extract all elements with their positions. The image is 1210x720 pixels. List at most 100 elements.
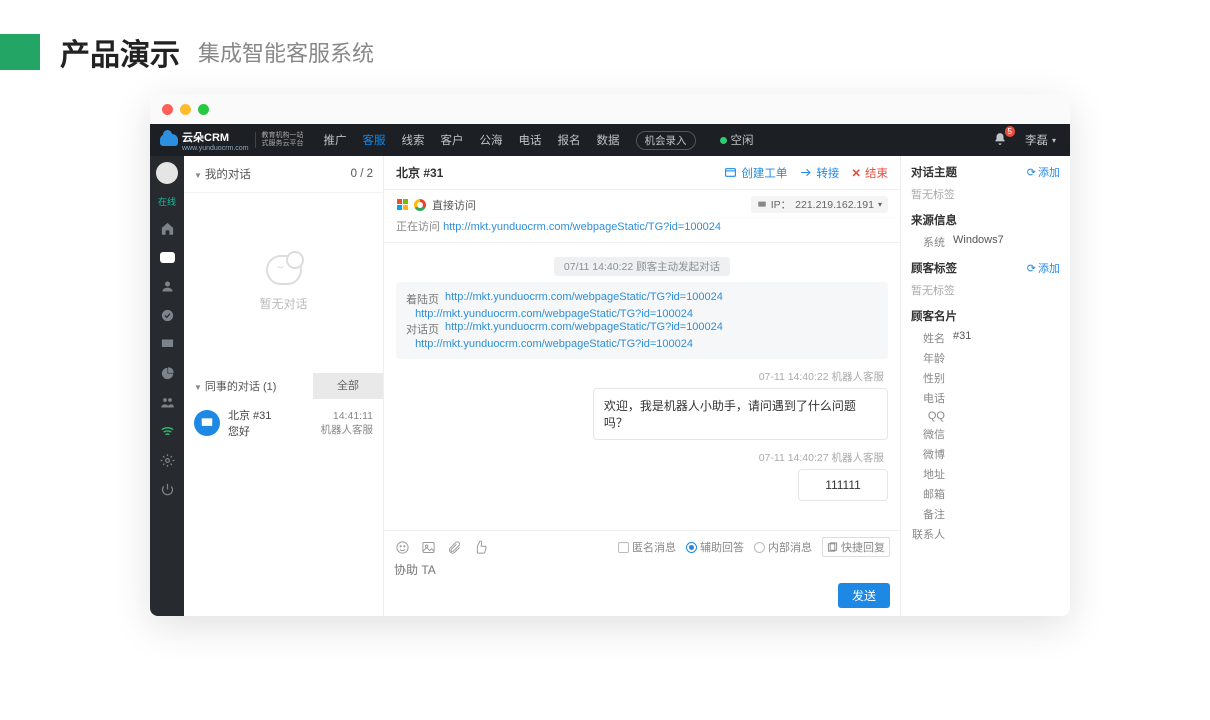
thumbs-up-icon[interactable] <box>472 539 488 555</box>
topic-empty: 暂无标签 <box>911 186 1060 202</box>
send-button[interactable]: 发送 <box>838 583 890 608</box>
system-value: Windows7 <box>953 234 1004 250</box>
my-conversations-count: 0 / 2 <box>351 168 373 180</box>
my-conversations-label: 我的对话 <box>205 169 251 181</box>
landing-label: 着陆页 <box>406 291 439 307</box>
tags-empty: 暂无标签 <box>911 282 1060 298</box>
quick-reply-button[interactable]: 快捷回复 <box>822 537 890 557</box>
person-icon[interactable] <box>158 277 176 295</box>
add-tag-button[interactable]: ⟳添加 <box>1027 260 1060 276</box>
brand-logo[interactable]: 云朵CRM www.yunduocrm.com 教育机构一站式服务云平台 <box>150 124 314 156</box>
assist-reply-radio[interactable]: 辅助回答 <box>686 539 744 555</box>
slide-header: 产品演示 集成智能客服系统 <box>0 0 1210 94</box>
message-input[interactable] <box>394 563 890 577</box>
page-links-card: 着陆页http://mkt.yunduocrm.com/webpageStati… <box>396 282 888 359</box>
group-icon[interactable] <box>158 393 176 411</box>
browser-source-icon <box>194 410 220 436</box>
end-button[interactable]: ✕ 结束 <box>845 165 894 181</box>
visiting-url-link[interactable]: http://mkt.yunduocrm.com/webpageStatic/T… <box>443 221 721 233</box>
page-link[interactable]: http://mkt.yunduocrm.com/webpageStatic/T… <box>445 291 723 307</box>
visiting-url-row: 正在访问 http://mkt.yunduocrm.com/webpageSta… <box>384 218 900 243</box>
refresh-icon: ⟳ <box>1027 262 1036 275</box>
user-menu[interactable]: 李磊 ▾ <box>1025 132 1070 148</box>
app-window: 云朵CRM www.yunduocrm.com 教育机构一站式服务云平台 推广 … <box>150 94 1070 616</box>
topic-heading: 对话主题 <box>911 164 957 180</box>
conversation-agent: 机器人客服 <box>321 422 374 437</box>
tags-heading: 顾客标签 <box>911 260 957 276</box>
anon-message-checkbox[interactable]: 匿名消息 <box>618 539 676 555</box>
my-conversations-header[interactable]: ▼我的对话 0 / 2 <box>184 156 383 193</box>
gear-icon[interactable] <box>158 451 176 469</box>
agent-status[interactable]: 空闲 <box>720 132 754 148</box>
details-panel: 对话主题 ⟳添加 暂无标签 来源信息 系统Windows7 顾客标签 ⟳添加 暂… <box>900 156 1070 616</box>
system-event-pill: 07/11 14:40:22 顾客主动发起对话 <box>554 257 730 276</box>
slide-subtitle: 集成智能客服系统 <box>198 36 374 68</box>
filter-all-button[interactable]: 全部 <box>313 373 383 399</box>
brand-name: 云朵CRM <box>182 129 249 145</box>
nav-promo[interactable]: 推广 <box>324 132 347 148</box>
empty-state: 暂无对话 <box>184 193 383 373</box>
nav-data[interactable]: 数据 <box>597 132 620 148</box>
bot-message-bubble: 111111 <box>798 469 888 501</box>
attachment-icon[interactable] <box>446 539 462 555</box>
conversation-item[interactable]: 北京 #31 您好 14:41:11 机器人客服 <box>184 399 383 447</box>
create-ticket-button[interactable]: 创建工单 <box>718 165 793 181</box>
rail-status: 在线 <box>158 195 176 208</box>
cloud-icon <box>160 134 178 146</box>
close-icon: ✕ <box>851 166 861 180</box>
home-icon[interactable] <box>158 219 176 237</box>
ticket-icon <box>724 166 737 179</box>
conversation-time: 14:41:11 <box>321 410 374 422</box>
nav-signup[interactable]: 报名 <box>558 132 581 148</box>
maximize-icon[interactable] <box>198 104 209 115</box>
windows-icon <box>396 199 408 211</box>
message-meta: 07-11 14:40:22 机器人客服 <box>400 369 884 384</box>
bot-message-bubble: 欢迎，我是机器人小助手，请问遇到了什么问题吗？ <box>593 388 888 440</box>
notifications-button[interactable]: 5 <box>993 132 1007 149</box>
avatar[interactable] <box>156 162 178 184</box>
nav-phone[interactable]: 电话 <box>519 132 542 148</box>
transfer-button[interactable]: 转接 <box>793 165 845 181</box>
top-nav: 云朵CRM www.yunduocrm.com 教育机构一站式服务云平台 推广 … <box>150 124 1070 156</box>
chat-title: 北京 #31 <box>396 164 443 181</box>
nav-leads[interactable]: 线索 <box>402 132 425 148</box>
record-opportunity-button[interactable]: 机会录入 <box>636 131 696 150</box>
brand-url: www.yunduocrm.com <box>182 145 249 152</box>
agent-status-label: 空闲 <box>731 132 754 148</box>
pie-chart-icon[interactable] <box>158 364 176 382</box>
nav-service[interactable]: 客服 <box>363 132 386 148</box>
check-circle-icon[interactable] <box>158 306 176 324</box>
chrome-icon <box>414 199 426 211</box>
image-icon[interactable] <box>420 539 436 555</box>
empty-chat-icon <box>266 255 302 285</box>
minimize-icon[interactable] <box>180 104 191 115</box>
power-icon[interactable] <box>158 480 176 498</box>
chevron-down-icon: ▾ <box>878 200 882 209</box>
conversation-title: 北京 #31 <box>228 407 313 423</box>
close-icon[interactable] <box>162 104 173 115</box>
nav-pool[interactable]: 公海 <box>480 132 503 148</box>
refresh-icon: ⟳ <box>1027 166 1036 179</box>
chat-header: 北京 #31 创建工单 转接 ✕ 结束 <box>384 156 900 190</box>
wifi-icon[interactable] <box>158 422 176 440</box>
internal-message-radio[interactable]: 内部消息 <box>754 539 812 555</box>
page-link[interactable]: http://mkt.yunduocrm.com/webpageStatic/T… <box>415 308 693 320</box>
accent-bar <box>0 34 40 70</box>
conversation-preview: 您好 <box>228 423 313 439</box>
message-meta: 07-11 14:40:27 机器人客服 <box>400 450 884 465</box>
nav-customers[interactable]: 客户 <box>441 132 464 148</box>
conversation-list: ▼我的对话 0 / 2 暂无对话 ▼同事的对话 (1) 全部 北京 #31 您好 <box>184 156 384 616</box>
monitor-icon[interactable] <box>158 335 176 353</box>
chat-icon[interactable] <box>158 248 176 266</box>
add-topic-button[interactable]: ⟳添加 <box>1027 164 1060 180</box>
page-link[interactable]: http://mkt.yunduocrm.com/webpageStatic/T… <box>445 321 723 337</box>
referrer-label: 直接访问 <box>432 197 476 213</box>
brand-tagline: 教育机构一站式服务云平台 <box>255 132 304 148</box>
chat-scroll[interactable]: 07/11 14:40:22 顾客主动发起对话 着陆页http://mkt.yu… <box>384 243 900 530</box>
chat-panel: 北京 #31 创建工单 转接 ✕ 结束 <box>384 156 900 616</box>
emoji-icon[interactable] <box>394 539 410 555</box>
peer-conversations-header: ▼同事的对话 (1) 全部 <box>184 373 383 399</box>
page-link[interactable]: http://mkt.yunduocrm.com/webpageStatic/T… <box>415 338 693 350</box>
card-name-value: #31 <box>953 330 971 346</box>
ip-pill[interactable]: IP：221.219.162.191 ▾ <box>751 196 888 213</box>
